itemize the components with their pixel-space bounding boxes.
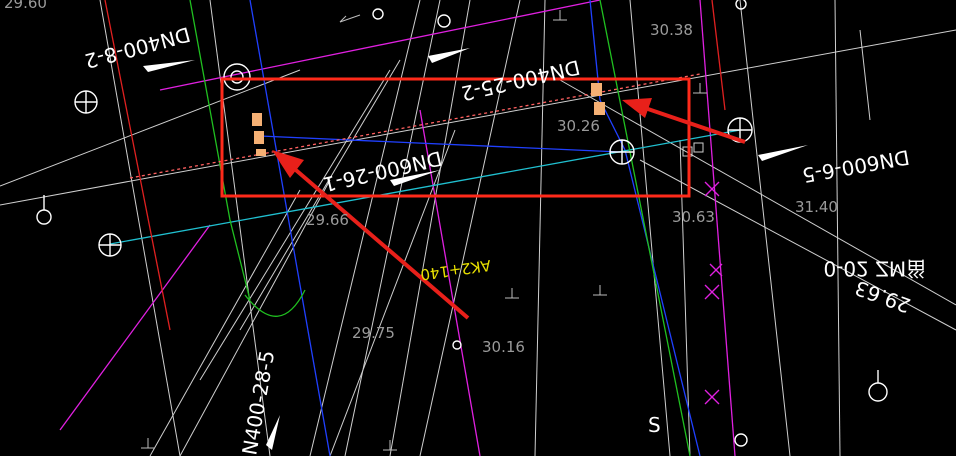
valve-left-top: [252, 113, 262, 126]
elevation-30-26: 30.26: [557, 117, 600, 135]
elevation-30-38: 30.38: [650, 21, 693, 39]
elevation-31-40: 31.40: [795, 198, 838, 216]
valve-left-bottom: [256, 149, 266, 156]
valve-right-bottom: [594, 102, 605, 115]
valve-left-mid: [254, 131, 264, 144]
elevation-29-66: 29.66: [306, 211, 349, 229]
elevation-30-63: 30.63: [672, 208, 715, 226]
drawing-background: [0, 0, 956, 456]
cad-drawing-canvas[interactable]: DN400-8-2 DN400-25-2 DN600-26-1 DN600-6-…: [0, 0, 956, 456]
valve-right-top: [591, 83, 602, 96]
manhole-cross-3: [609, 139, 635, 165]
manhole-cross-2: [98, 233, 122, 257]
side-text-s: S: [648, 413, 661, 437]
elevation-29-60: 29.60: [4, 0, 47, 12]
elevation-29-75: 29.75: [352, 324, 395, 342]
pipe-label-zm: 0-02 ZM甾: [823, 257, 926, 281]
manhole-cross-1: [74, 90, 98, 114]
elevation-30-16: 30.16: [482, 338, 525, 356]
